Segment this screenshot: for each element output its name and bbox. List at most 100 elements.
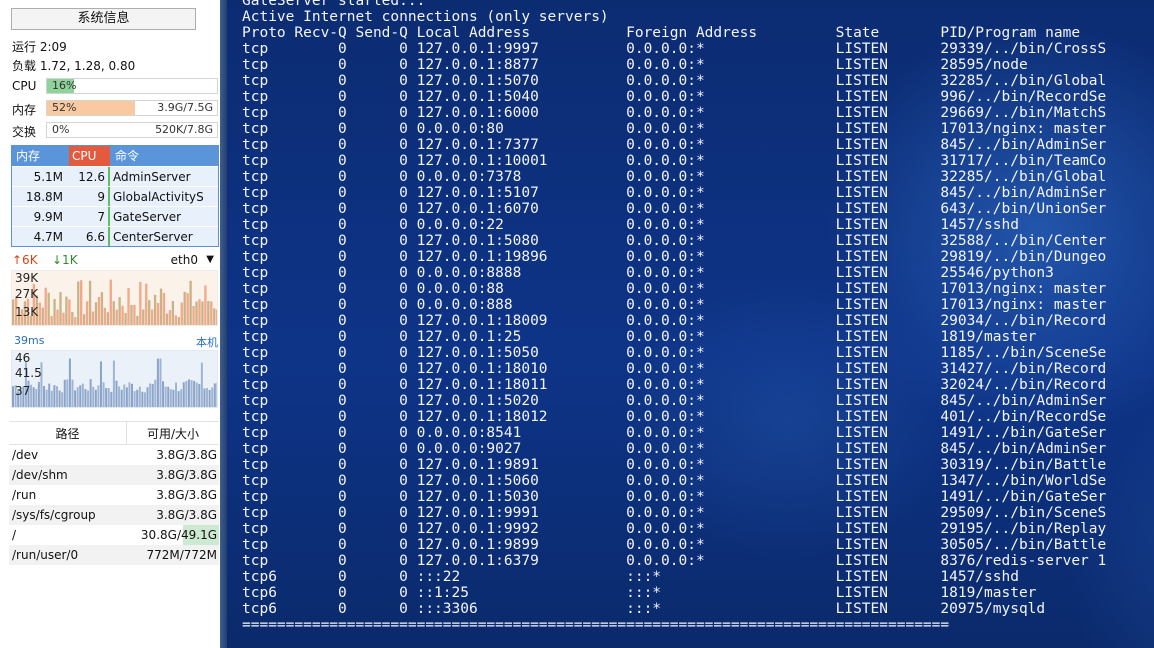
disk-row[interactable]: /sys/fs/cgroup 3.8G/3.8G	[9, 505, 219, 525]
process-memory: 9.9M	[33, 210, 63, 224]
graph-bar	[37, 382, 40, 407]
terminal-line: GateServer started...	[242, 0, 426, 9]
process-row[interactable]: 5.1M 12.6 AdminServer	[12, 166, 218, 186]
graph-bar	[153, 294, 157, 325]
ping-host[interactable]: 本机	[196, 334, 218, 350]
process-cpu: 9	[69, 187, 110, 206]
ping-header: 39ms 本机	[12, 334, 218, 350]
graph-bar	[201, 301, 204, 325]
terminal-line: tcp 0 0 127.0.0.1:5060 0.0.0.0:* LISTEN …	[242, 473, 1107, 489]
graph-bar	[76, 387, 79, 407]
terminal-line: tcp 0 0 127.0.0.1:9891 0.0.0.0:* LISTEN …	[242, 457, 1107, 473]
graph-bar	[207, 300, 210, 325]
graph-bar	[213, 308, 216, 325]
graph-bar	[177, 391, 180, 407]
disk-row[interactable]: /dev 3.8G/3.8G	[9, 445, 219, 465]
graph-bar	[204, 285, 207, 325]
graph-bar	[141, 391, 144, 407]
sidebar-divider[interactable]	[220, 0, 227, 648]
network-bars	[12, 279, 217, 325]
cpu-label: CPU	[12, 79, 37, 93]
graph-bar	[185, 380, 188, 407]
graph-bar	[138, 386, 141, 407]
graph-bar	[105, 388, 108, 407]
disk-row[interactable]: /run/user/0 772M/772M	[9, 545, 219, 565]
graph-bar	[41, 307, 44, 325]
graph-bar	[145, 283, 148, 325]
header-memory[interactable]: 内存	[12, 146, 69, 166]
graph-bar	[88, 280, 92, 325]
graph-bar	[128, 382, 131, 407]
disk-table: 路径 可用/大小 /dev 3.8G/3.8G /dev/shm 3.8G/3.…	[9, 421, 219, 565]
terminal-line: tcp 0 0 127.0.0.1:6000 0.0.0.0:* LISTEN …	[242, 105, 1107, 121]
terminal-line: tcp 0 0 127.0.0.1:19896 0.0.0.0:* LISTEN…	[242, 249, 1107, 265]
disk-size: 3.8G/3.8G	[156, 468, 217, 482]
terminal-line: tcp 0 0 127.0.0.1:10001 0.0.0.0:* LISTEN…	[242, 153, 1107, 169]
graph-bar	[71, 311, 74, 325]
graph-bar	[121, 305, 124, 325]
terminal-line: tcp 0 0 127.0.0.1:25 0.0.0.0:* LISTEN 18…	[242, 329, 1037, 345]
disk-row[interactable]: /dev/shm 3.8G/3.8G	[9, 465, 219, 485]
graph-bar	[133, 391, 136, 407]
disk-size: 772M/772M	[146, 548, 217, 562]
graph-bar	[127, 288, 130, 325]
graph-bar	[118, 386, 121, 407]
terminal-line: tcp 0 0 127.0.0.1:18012 0.0.0.0:* LISTEN…	[242, 409, 1107, 425]
graph-bar	[180, 302, 183, 325]
graph-bar	[65, 296, 68, 325]
ping-axis-label: 41.5	[15, 366, 42, 380]
graph-bar	[167, 386, 170, 407]
header-size[interactable]: 可用/大小	[127, 422, 219, 444]
graph-bar	[74, 317, 77, 325]
system-info-button[interactable]: 系统信息	[11, 8, 196, 30]
disk-path: /dev	[12, 448, 39, 462]
disk-size: 3.8G/3.8G	[156, 448, 217, 462]
disk-path: /dev/shm	[12, 468, 68, 482]
graph-bar	[148, 300, 151, 325]
process-memory: 5.1M	[33, 170, 63, 184]
network-interface-select[interactable]: eth0	[171, 253, 198, 267]
terminal-line: tcp 0 0 0.0.0.0:8888 0.0.0.0:* LISTEN 25…	[242, 265, 1054, 281]
graph-bar	[143, 392, 146, 407]
graph-bar	[149, 383, 152, 407]
graph-bar	[168, 310, 172, 325]
graph-bar	[213, 383, 216, 407]
terminal-line: tcp 0 0 127.0.0.1:9997 0.0.0.0:* LISTEN …	[242, 41, 1107, 57]
terminal-line: tcp 0 0 0.0.0.0:9027 0.0.0.0:* LISTEN 84…	[242, 441, 1107, 457]
uptime-text: 运行 2:09	[12, 40, 67, 54]
swap-percent: 0%	[52, 123, 70, 136]
graph-bar	[211, 387, 214, 407]
graph-bar	[47, 292, 50, 325]
graph-bar	[44, 287, 47, 325]
disk-size: 30.8G/49.1G	[139, 525, 219, 545]
ping-graph: 46 41.5 37	[11, 350, 218, 408]
dropdown-arrow-icon[interactable]: ▼	[206, 254, 214, 265]
graph-bar	[120, 389, 123, 407]
terminal-window[interactable]: GateServer started... Active Internet con…	[227, 0, 1154, 648]
graph-bar	[115, 309, 118, 325]
graph-bar	[109, 279, 112, 325]
process-row[interactable]: 18.8M 9 GlobalActivityS	[12, 186, 218, 206]
disk-row[interactable]: /run 3.8G/3.8G	[9, 485, 219, 505]
process-row[interactable]: 9.9M 7 GateServer	[12, 206, 218, 226]
graph-bar	[133, 305, 136, 325]
disk-row[interactable]: / 30.8G/49.1G	[9, 525, 219, 545]
header-path[interactable]: 路径	[9, 422, 127, 444]
graph-bar	[198, 384, 201, 407]
header-command[interactable]: 命令	[110, 146, 218, 166]
network-axis-label: 27K	[15, 287, 39, 301]
terminal-line: tcp 0 0 127.0.0.1:5020 0.0.0.0:* LISTEN …	[242, 393, 1107, 409]
terminal-line: tcp 0 0 0.0.0.0:8541 0.0.0.0:* LISTEN 14…	[242, 425, 1107, 441]
load-average-text: 负载 1.72, 1.28, 0.80	[12, 59, 136, 73]
header-cpu[interactable]: CPU	[69, 146, 110, 166]
graph-bar	[74, 390, 77, 407]
terminal-line: tcp 0 0 0.0.0.0:88 0.0.0.0:* LISTEN 1701…	[242, 281, 1107, 297]
process-row[interactable]: 4.7M 6.6 CenterServer	[12, 226, 218, 246]
memory-meter: 52% 3.9G/7.5G	[46, 100, 218, 116]
graph-bar	[186, 293, 189, 325]
graph-bar	[77, 281, 80, 325]
graph-bar	[159, 288, 163, 325]
process-cpu: 7	[69, 207, 110, 226]
terminal-line: tcp 0 0 127.0.0.1:9899 0.0.0.0:* LISTEN …	[242, 537, 1107, 553]
graph-bar	[151, 383, 154, 407]
